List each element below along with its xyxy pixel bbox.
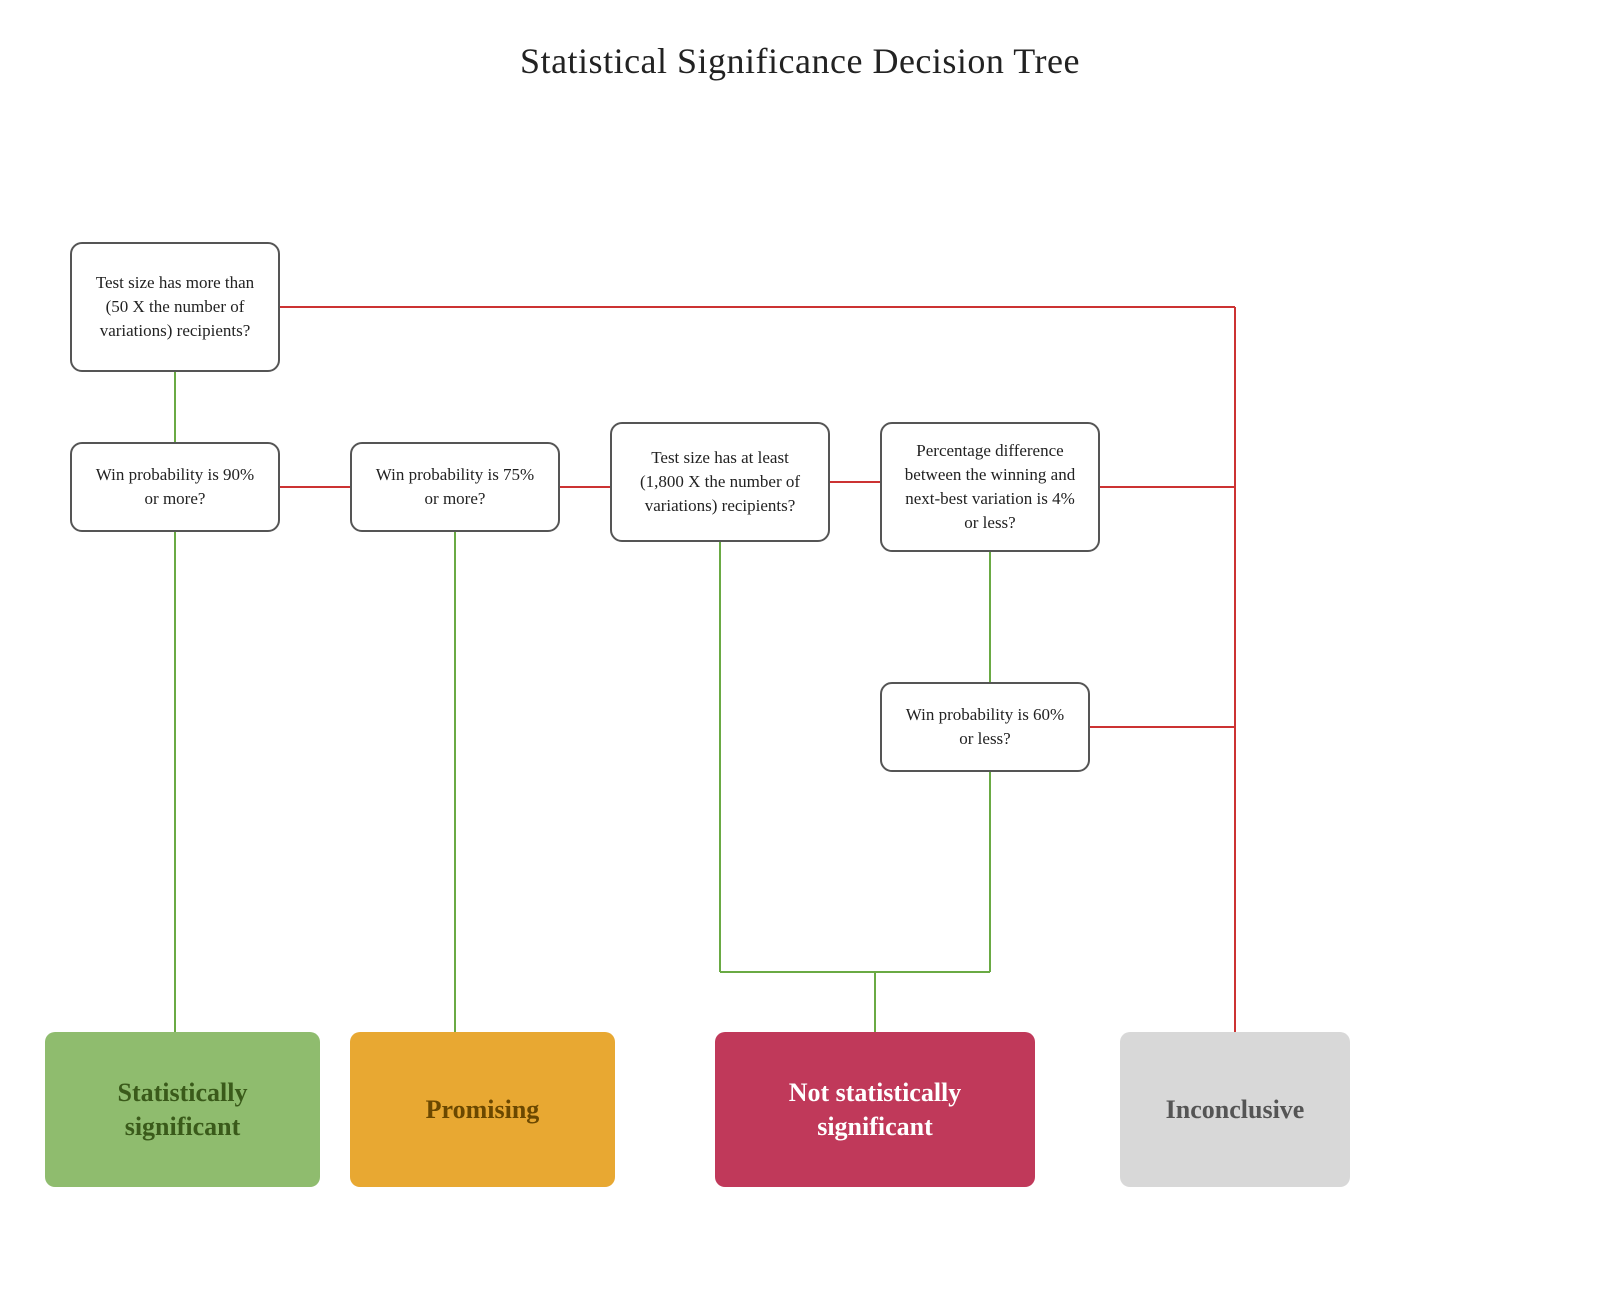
pct-diff-4-box: Percentage difference between the winnin…: [880, 422, 1100, 552]
test-size-1800-box: Test size has at least (1,800 X the numb…: [610, 422, 830, 542]
result-not-significant: Not statistically significant: [715, 1032, 1035, 1187]
test-size-50-box: Test size has more than (50 X the number…: [70, 242, 280, 372]
result-statistically-significant: Statistically significant: [45, 1032, 320, 1187]
win-prob-75-box: Win probability is 75% or more?: [350, 442, 560, 532]
page-title: Statistical Significance Decision Tree: [0, 0, 1600, 112]
result-inconclusive: Inconclusive: [1120, 1032, 1350, 1187]
win-prob-90-box: Win probability is 90% or more?: [70, 442, 280, 532]
diagram-container: Test size has more than (50 X the number…: [0, 112, 1600, 1292]
result-promising: Promising: [350, 1032, 615, 1187]
win-prob-60-box: Win probability is 60% or less?: [880, 682, 1090, 772]
